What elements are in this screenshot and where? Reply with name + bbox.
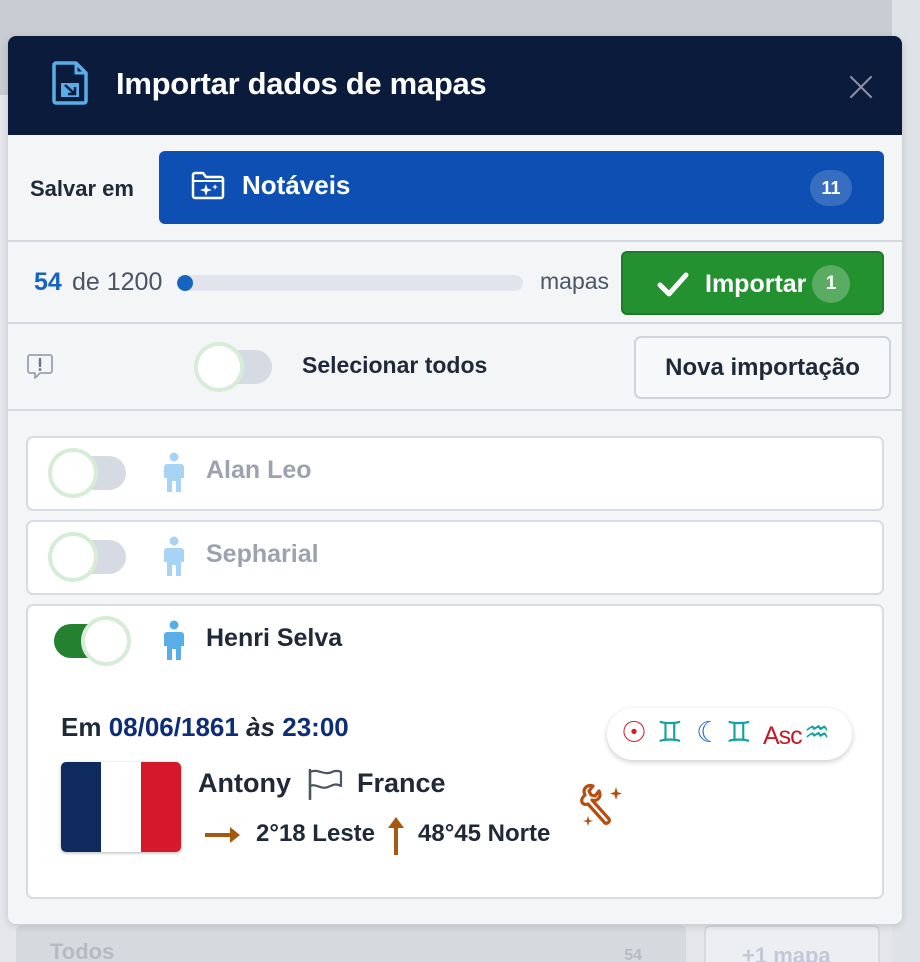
country-flag-icon [308,768,343,800]
astro-summary-pill[interactable]: ☉ ♊ ☾ ♊ Asc ♒ [607,708,852,760]
person-icon [164,620,184,660]
new-import-button[interactable]: Nova importação [634,336,891,399]
person-toggle[interactable] [54,616,131,666]
file-import-icon [52,61,88,105]
france-flag [61,762,181,852]
date-prefix: Em [61,712,102,742]
select-all-toggle[interactable] [194,342,272,392]
birth-city: Antony [198,768,291,798]
import-dialog: Importar dados de mapas Salvar em Notáve… [8,36,902,924]
import-button-label: Importar [705,270,807,298]
toggle-knob [48,532,98,582]
flag-stripe-white [101,762,141,852]
birth-datetime: Em 08/06/1861 às 23:00 [61,712,349,743]
toggle-knob [81,616,131,666]
check-icon [657,272,689,297]
aquarius-icon: ♒ [804,717,830,749]
person-name: Alan Leo [206,456,312,484]
person-row-sepharial[interactable]: Sepharial [26,520,884,595]
flag-stripe-red [141,762,181,852]
dialog-title: Importar dados de mapas [116,66,487,101]
person-details: Em 08/06/1861 às 23:00 ☉ ♊ ☾ ♊ Asc ♒ Ant… [26,676,884,899]
birth-date: 08/06/1861 [108,712,239,742]
folder-name: Notáveis [242,170,351,200]
folder-select-button[interactable]: Notáveis 11 [159,151,884,224]
quota-progress-bar [177,275,523,291]
quota-used: 54 [34,268,62,296]
background-folder-label: Todos [50,939,115,962]
close-button[interactable] [848,74,874,100]
save-in-label: Salvar em [30,176,134,201]
arrow-right-icon [205,827,240,843]
quota-total: de 1200 [72,268,163,296]
quota-unit: mapas [540,268,610,294]
background-folder-count: 54 [624,947,642,962]
latitude-value: 48°45 Norte [418,820,551,847]
time-connector: às [246,712,275,742]
save-location-row: Salvar em Notáveis 11 [8,135,902,242]
ascendant-label: Asc [763,722,803,750]
person-row-henri-selva[interactable]: Henri Selva [26,604,884,678]
quota-row: 54 de 1200 mapas Importar 1 [8,242,902,324]
person-toggle[interactable] [48,448,126,498]
person-icon [164,536,184,576]
arrow-up-icon [388,817,404,855]
birth-time: 23:00 [282,712,349,742]
person-icon [164,452,184,492]
sun-icon: ☉ [621,717,647,749]
quota-progress-fill [177,275,193,291]
select-all-row: Selecionar todos Nova importação [8,324,902,411]
import-button[interactable]: Importar 1 [621,251,884,315]
import-count-badge: 1 [812,265,850,303]
person-toggle[interactable] [48,532,126,582]
flag-stripe-blue [61,762,101,852]
birth-country: France [357,768,446,798]
person-name: Henri Selva [206,624,343,652]
gemini-icon: ♊ [657,717,683,749]
folder-sparkle-icon [191,171,225,200]
dialog-header: Importar dados de mapas [8,36,902,135]
longitude-value: 2°18 Leste [256,820,376,847]
folder-count-badge: 11 [810,170,852,206]
gemini-icon: ♊ [726,717,752,749]
select-all-label: Selecionar todos [302,352,488,378]
alert-message-icon[interactable] [26,352,54,380]
background-add-label: +1 mapa [742,943,831,962]
toggle-knob [48,448,98,498]
person-row-alan-leo[interactable]: Alan Leo [26,436,884,511]
edit-tools-icon[interactable] [579,783,629,833]
background-folder-row: Todos 54 [16,925,686,962]
moon-icon: ☾ [696,717,722,749]
person-name: Sepharial [206,540,319,568]
background-add-button: +1 mapa [704,925,880,962]
toggle-knob [194,342,244,392]
new-import-label: Nova importação [665,354,860,381]
